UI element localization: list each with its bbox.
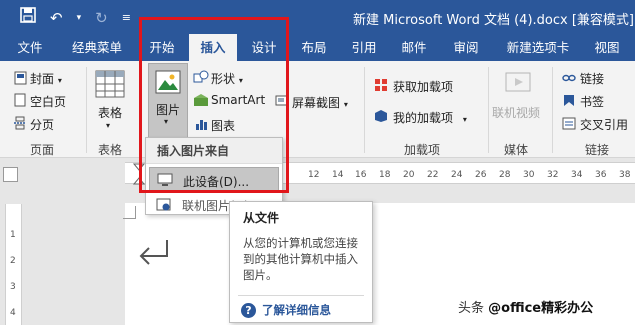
pages-group-label: 页面	[30, 143, 55, 157]
ribbon-divider	[364, 67, 365, 153]
watermark-handle: @office精彩办公	[488, 301, 594, 316]
table-dropdown-icon[interactable]: ▾	[106, 121, 110, 130]
bookmark-button[interactable]: 书签	[580, 93, 604, 110]
tab-references[interactable]: 引用	[342, 34, 386, 61]
tab-new-tab[interactable]: 新建选项卡	[500, 34, 576, 61]
tables-group-label: 表格	[98, 143, 123, 157]
learn-more-link[interactable]: ? 了解详细信息	[241, 302, 331, 318]
tooltip-divider	[238, 295, 364, 296]
undo-icon[interactable]: ↶	[50, 8, 63, 28]
highlight-box	[139, 17, 289, 193]
ribbon-tabs: 文件 经典菜单 开始 插入 设计 布局 引用 邮件 审阅 新建选项卡 视图	[0, 34, 635, 61]
watermark-prefix: 头条	[458, 301, 489, 316]
online-picture-icon	[156, 198, 172, 215]
blank-page-icon	[14, 93, 27, 110]
page-break-button[interactable]: 分页	[30, 116, 54, 133]
ruler-number: 38	[619, 170, 631, 180]
page-break-icon	[12, 116, 28, 133]
help-icon: ?	[241, 302, 256, 318]
cover-page-button[interactable]: 封面 ▾	[30, 70, 62, 87]
ruler-number: 26	[475, 170, 487, 180]
quick-access-toolbar: ↶ ▾ ↻ ≡	[20, 7, 131, 28]
cross-reference-icon	[562, 117, 576, 133]
store-icon	[374, 78, 388, 95]
tab-classic-menu[interactable]: 经典菜单	[66, 34, 128, 61]
tab-mailings[interactable]: 邮件	[392, 34, 436, 61]
get-addins-button[interactable]: 获取加载项	[393, 78, 453, 95]
tooltip-title: 从文件	[243, 211, 280, 225]
vertical-ruler[interactable]: 1 2 3 4	[5, 204, 22, 325]
horizontal-ruler-area: 12 14 16 18 20 22 24 26 28 30 32 34 36 3…	[0, 159, 635, 189]
ruler-number: 28	[499, 170, 511, 180]
ruler-number: 36	[595, 170, 607, 180]
ruler-number: 22	[427, 170, 439, 180]
tooltip-description: 从您的计算机或您连接到的其他计算机中插入图片。	[243, 236, 358, 282]
redo-icon[interactable]: ↻	[95, 8, 108, 28]
ruler-number: 12	[308, 170, 320, 180]
ruler-number: 20	[403, 170, 415, 180]
tab-selector[interactable]	[3, 167, 18, 182]
ruler-number: 4	[10, 308, 16, 318]
bookmark-icon	[563, 94, 575, 110]
blank-page-button[interactable]: 空白页	[30, 93, 66, 110]
my-addins-icon	[374, 109, 388, 126]
ribbon: 封面 ▾ 空白页 分页 页面 表格 ▾ 表格 图片 ▾ 形状 ▾ SmartAr…	[0, 61, 635, 158]
ruler-number: 32	[547, 170, 559, 180]
tab-layout[interactable]: 布局	[292, 34, 336, 61]
ruler-number: 16	[355, 170, 367, 180]
table-icon[interactable]	[95, 70, 125, 101]
online-video-button[interactable]: 联机视频	[492, 104, 540, 121]
document-title: 新建 Microsoft Word 文档 (4).docx [兼容模式] -	[353, 13, 635, 28]
ribbon-divider	[488, 67, 489, 153]
ruler-number: 34	[571, 170, 583, 180]
page-margin-marker	[123, 206, 136, 219]
screenshot-button[interactable]: 屏幕截图 ▾	[292, 94, 348, 111]
ruler-number: 3	[10, 282, 16, 292]
cover-page-icon	[14, 71, 27, 88]
table-button[interactable]: 表格	[98, 104, 122, 121]
link-icon	[562, 72, 576, 87]
ruler-number: 24	[451, 170, 463, 180]
cross-reference-button[interactable]: 交叉引用	[580, 116, 628, 133]
paragraph-mark-icon	[137, 238, 171, 271]
tab-review[interactable]: 审阅	[444, 34, 488, 61]
ribbon-divider	[552, 67, 553, 153]
addins-group-label: 加载项	[404, 143, 441, 157]
watermark: 头条 @office精彩办公	[458, 297, 593, 316]
ruler-number: 18	[379, 170, 391, 180]
tab-file[interactable]: 文件	[8, 34, 52, 61]
links-group-label: 链接	[585, 143, 610, 157]
title-bar: ↶ ▾ ↻ ≡ 新建 Microsoft Word 文档 (4).docx [兼…	[0, 0, 635, 34]
my-addins-button[interactable]: 我的加载项 ▾	[393, 109, 467, 126]
qat-dropdown-icon[interactable]: ≡	[122, 8, 131, 28]
ruler-number: 14	[332, 170, 344, 180]
tab-view[interactable]: 视图	[585, 34, 629, 61]
ribbon-divider	[86, 67, 87, 153]
ruler-number: 1	[10, 230, 16, 240]
link-button[interactable]: 链接	[580, 70, 604, 87]
save-icon[interactable]	[20, 7, 36, 28]
undo-dropdown-icon[interactable]: ▾	[77, 8, 82, 28]
learn-more-label: 了解详细信息	[262, 303, 331, 317]
ruler-number: 2	[10, 256, 16, 266]
from-file-tooltip: 从文件 从您的计算机或您连接到的其他计算机中插入图片。 ? 了解详细信息	[229, 201, 373, 323]
ruler-number: 30	[523, 170, 535, 180]
online-video-icon	[505, 70, 531, 97]
media-group-label: 媒体	[504, 143, 529, 157]
